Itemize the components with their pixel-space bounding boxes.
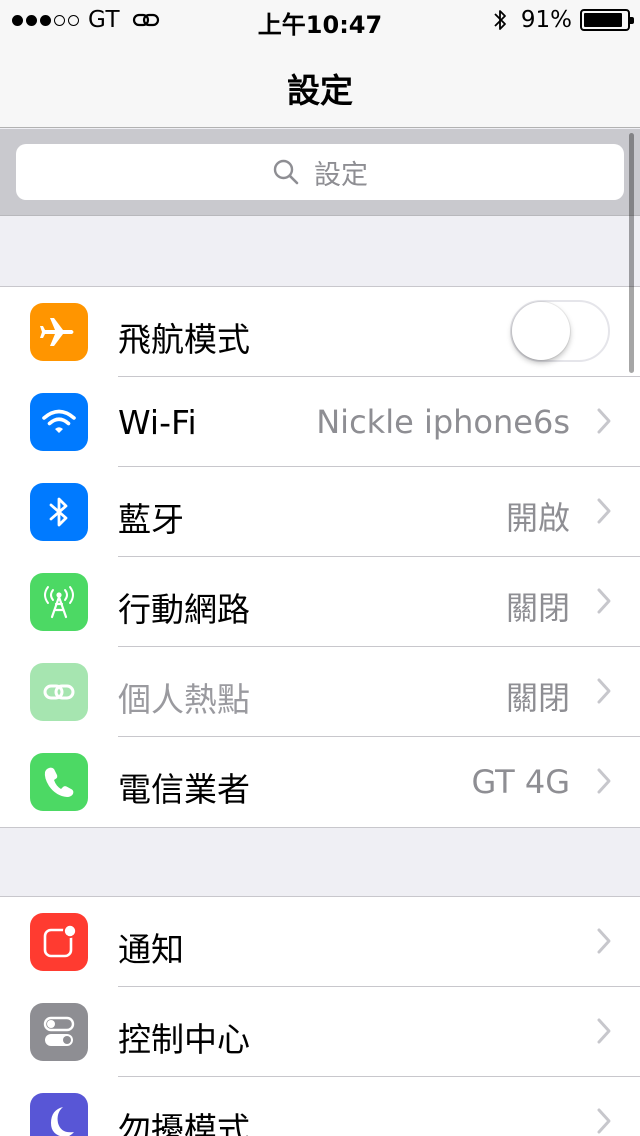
chevron-right-icon: [597, 928, 611, 954]
airplane-icon: [30, 303, 88, 361]
carrier-value: GT 4G: [471, 763, 570, 801]
battery-icon: [580, 9, 634, 31]
chevron-right-icon: [597, 1108, 611, 1134]
search-placeholder: 設定: [314, 159, 368, 191]
settings-row-airplane-mode: 飛航模式: [0, 287, 640, 377]
settings-row-label: 通知: [118, 930, 184, 969]
settings-group-general: 通知 控制中心 勿擾模式: [0, 896, 640, 1136]
control-center-icon: [30, 1003, 88, 1061]
settings-row-label: 勿擾模式: [118, 1110, 250, 1136]
settings-row-personal-hotspot[interactable]: 個人熱點 關閉: [0, 647, 640, 737]
chevron-right-icon: [597, 678, 611, 704]
bluetooth-status: 開啟: [505, 499, 570, 537]
settings-row-notifications[interactable]: 通知: [0, 897, 640, 987]
battery-tip: [630, 17, 634, 24]
bluetooth-icon: [30, 483, 88, 541]
settings-row-label: 飛航模式: [118, 320, 250, 359]
settings-row-label: 控制中心: [118, 1020, 250, 1059]
phone-icon: [30, 753, 88, 811]
cellular-antenna-icon: [30, 573, 88, 631]
page-title: 設定: [287, 71, 353, 110]
battery-percent: 91%: [520, 7, 572, 33]
wifi-icon: [30, 393, 88, 451]
airplane-mode-toggle[interactable]: [510, 300, 610, 362]
settings-row-cellular[interactable]: 行動網路 關閉: [0, 557, 640, 647]
settings-group-connectivity: 飛航模式 Wi-Fi Nickle iphone6s 藍牙 開啟 行動網路 關閉…: [0, 286, 640, 828]
chevron-right-icon: [597, 498, 611, 524]
settings-row-label: 藍牙: [118, 500, 184, 539]
settings-row-label: 個人熱點: [118, 680, 250, 719]
settings-row-label: 電信業者: [118, 770, 250, 809]
settings-row-label: Wi-Fi: [118, 403, 197, 442]
chevron-right-icon: [597, 408, 611, 434]
settings-row-label: 行動網路: [118, 590, 250, 629]
battery-fill: [584, 13, 623, 27]
search-input[interactable]: 設定: [16, 144, 624, 200]
chevron-right-icon: [597, 1018, 611, 1044]
search-area: 設定: [0, 129, 640, 216]
settings-row-bluetooth[interactable]: 藍牙 開啟: [0, 467, 640, 557]
wifi-network-name: Nickle iphone6s: [316, 403, 570, 441]
bluetooth-status-icon: [494, 10, 506, 30]
chevron-right-icon: [597, 768, 611, 794]
moon-icon: [30, 1093, 88, 1136]
status-right: 91%: [491, 6, 634, 34]
notifications-icon: [30, 913, 88, 971]
status-bar: GT 上午10:47 91%: [0, 0, 640, 40]
navigation-bar: 設定: [0, 40, 640, 128]
settings-row-do-not-disturb[interactable]: 勿擾模式: [0, 1077, 640, 1136]
settings-row-carrier[interactable]: 電信業者 GT 4G: [0, 737, 640, 827]
cellular-status: 關閉: [505, 589, 570, 627]
hotspot-icon: [30, 663, 88, 721]
settings-row-wifi[interactable]: Wi-Fi Nickle iphone6s: [0, 377, 640, 467]
hotspot-status: 關閉: [505, 679, 570, 717]
chevron-right-icon: [597, 588, 611, 614]
settings-row-control-center[interactable]: 控制中心: [0, 987, 640, 1077]
toggle-knob: [512, 302, 570, 360]
scrollbar[interactable]: [629, 133, 634, 373]
search-icon: [273, 159, 299, 185]
